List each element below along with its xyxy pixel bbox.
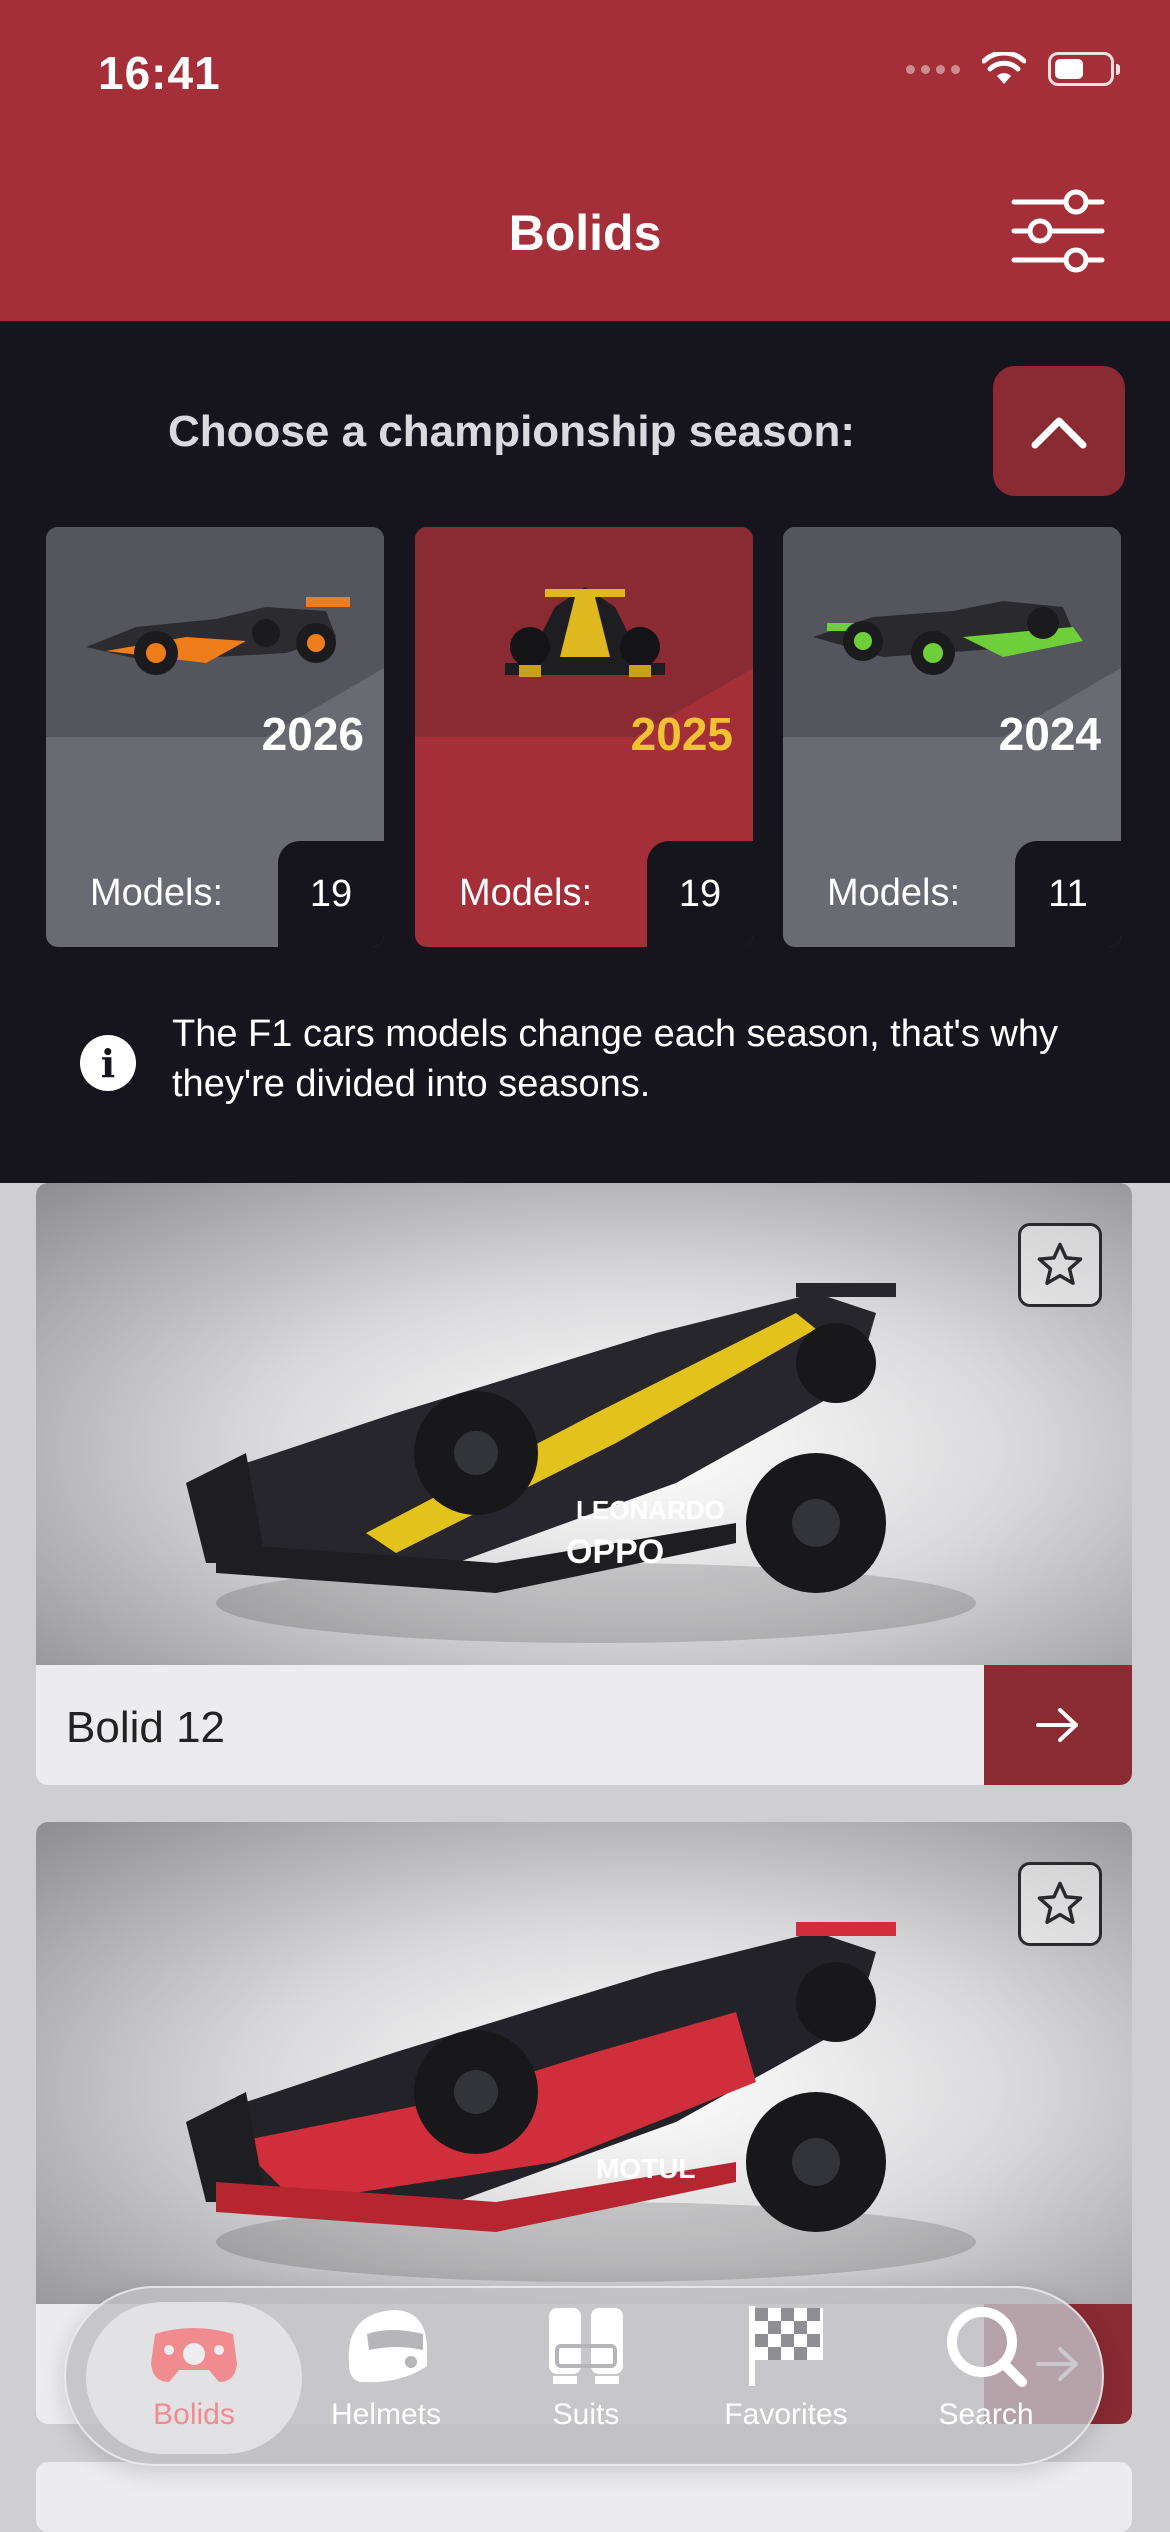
model-photo: MOTUL xyxy=(36,1822,1132,2304)
tab-search[interactable]: Search xyxy=(886,2302,1086,2454)
season-car-image xyxy=(46,527,384,738)
status-icons xyxy=(906,52,1120,86)
filter-sliders-icon[interactable] xyxy=(1010,186,1106,276)
tab-label: Helmets xyxy=(330,2398,442,2431)
tab-favorites[interactable]: Favorites xyxy=(686,2302,886,2454)
tab-helmets[interactable]: Helmets xyxy=(286,2302,486,2454)
season-year: 2025 xyxy=(630,708,733,760)
season-card-2026[interactable]: 2026 Models: 19 xyxy=(46,527,384,947)
f1-car-icon xyxy=(86,597,350,675)
wifi-icon xyxy=(982,52,1026,84)
models-count: 19 xyxy=(647,841,753,947)
tab-label: Suits xyxy=(552,2398,620,2431)
chevron-up-icon xyxy=(1031,417,1087,449)
models-count: 19 xyxy=(278,841,384,947)
arrow-right-icon xyxy=(1036,1708,1078,1742)
search-icon xyxy=(947,2307,1027,2387)
page-title: Bolids xyxy=(508,205,662,261)
season-year: 2026 xyxy=(261,708,364,760)
star-icon xyxy=(1037,1881,1083,1924)
season-card-2024[interactable]: 2024 Models: 11 xyxy=(783,527,1121,947)
steering-wheel-icon xyxy=(151,2328,237,2382)
svg-text:LEONARDO: LEONARDO xyxy=(576,1495,725,1525)
cellular-signal-icon xyxy=(906,64,960,74)
info-icon: i xyxy=(80,1035,136,1091)
tab-bar: Bolids Helmets Suits Favorites Search xyxy=(64,2286,1104,2466)
model-photo: LEONARDO OPPO xyxy=(36,1183,1132,1665)
season-info-text: The F1 cars models change each season, t… xyxy=(172,1013,1058,1105)
collapse-button[interactable] xyxy=(993,366,1125,496)
favorite-button[interactable] xyxy=(1018,1862,1102,1946)
svg-text:MOTUL: MOTUL xyxy=(596,2153,696,2184)
model-card[interactable]: LEONARDO OPPO Bolid 12 xyxy=(36,1183,1132,1785)
f1-car-icon xyxy=(505,587,665,677)
models-label: Models: xyxy=(90,872,224,914)
checkered-flag-icon xyxy=(749,2306,823,2386)
season-card-2025[interactable]: 2025 Models: 19 xyxy=(415,527,753,947)
f1-car-render: LEONARDO OPPO xyxy=(186,1283,976,1643)
tab-label: Search xyxy=(938,2398,1034,2431)
tab-suits[interactable]: Suits xyxy=(486,2302,686,2454)
models-label: Models: xyxy=(827,872,961,914)
tab-label: Bolids xyxy=(153,2398,235,2431)
season-car-image xyxy=(415,527,753,738)
app-header: 16:41 Bolids xyxy=(0,0,1170,321)
season-car-image xyxy=(783,527,1121,738)
helmet-icon xyxy=(348,2310,427,2383)
status-time: 16:41 xyxy=(98,47,221,99)
f1-car-icon xyxy=(813,601,1083,675)
season-year: 2024 xyxy=(998,708,1101,760)
suit-icon xyxy=(549,2308,623,2384)
favorite-button[interactable] xyxy=(1018,1223,1102,1307)
model-card[interactable] xyxy=(36,2462,1132,2532)
tab-label: Favorites xyxy=(724,2398,848,2431)
season-prompt: Choose a championship season: xyxy=(168,407,856,456)
star-icon xyxy=(1037,1242,1083,1285)
season-panel: Choose a championship season: 2026 Model… xyxy=(0,321,1170,1183)
open-model-button[interactable] xyxy=(984,1665,1132,1785)
f1-car-render: MOTUL xyxy=(186,1922,976,2282)
svg-text:OPPO: OPPO xyxy=(566,1533,664,1571)
models-label: Models: xyxy=(459,872,593,914)
tab-bolids[interactable]: Bolids xyxy=(86,2302,302,2454)
battery-icon xyxy=(1048,52,1120,86)
model-name: Bolid 12 xyxy=(66,1703,226,1752)
models-count: 11 xyxy=(1015,841,1121,947)
